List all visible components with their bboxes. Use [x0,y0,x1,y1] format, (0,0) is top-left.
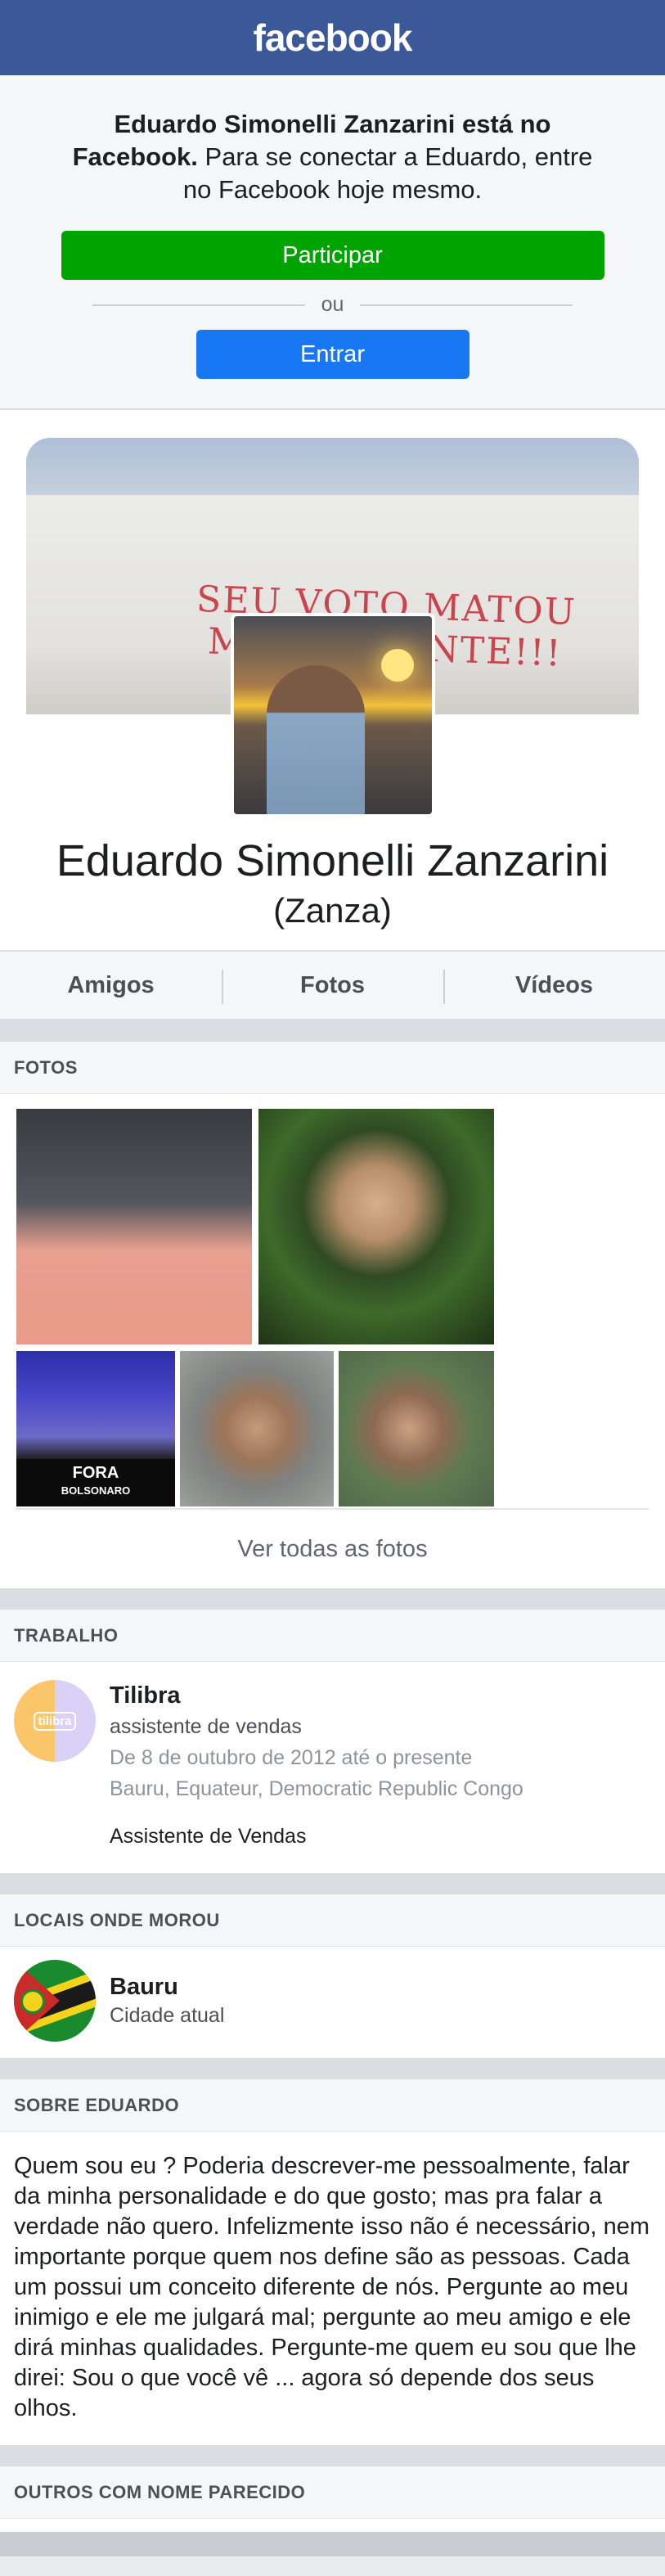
about-text: Quem sou eu ? Poderia descrever-me pesso… [14,2153,650,2421]
place-item: Bauru Cidade atual [0,1947,665,2058]
tab-photos[interactable]: Fotos [222,952,443,1019]
divider-line [360,304,573,306]
section-gap [0,2058,665,2079]
page: facebook Eduardo Simonelli Zanzarini est… [0,0,665,2576]
profile-header: SEU VOTO MATOU MINHA GENTE!!! Eduardo Si… [0,410,665,950]
login-button[interactable]: Entrar [195,330,470,379]
photo-row: FORA BOLSONARO [16,1351,649,1506]
photos-header: FOTOS [0,1042,665,1094]
work-info: Tilibra assistente de vendas De 8 de out… [110,1680,523,1852]
work-item: tilibra Tilibra assistente de vendas De … [0,1662,665,1873]
tab-friends[interactable]: Amigos [0,952,222,1019]
place-info: Bauru Cidade atual [110,1972,224,2029]
city-flag-icon[interactable] [14,1960,96,2042]
or-divider: ou [57,293,608,317]
profile-tabs: Amigos Fotos Vídeos [0,950,665,1020]
photo-thumbnail[interactable] [180,1351,334,1506]
avatar-sun [380,649,414,682]
photo-thumbnail[interactable] [258,1109,494,1344]
company-logo-text: tilibra [33,1711,77,1731]
see-all-photos-link[interactable]: Ver todas as fotos [16,1508,649,1588]
photos-section: FORA BOLSONARO Ver todas as fotos [0,1094,665,1588]
photo-thumbnail[interactable]: FORA BOLSONARO [16,1351,175,1506]
similar-names-header: OUTROS COM NOME PARECIDO [0,2466,665,2519]
avatar-person [266,665,365,814]
section-gap [0,1873,665,1894]
signup-banner: Eduardo Simonelli Zanzarini está no Face… [0,75,665,410]
section-gap [0,1588,665,1610]
photo-grid: FORA BOLSONARO [0,1094,665,1506]
job-description: Assistente de Vendas [110,1825,307,1848]
top-bar: facebook [0,0,665,75]
section-gap [0,2445,665,2466]
signup-normal-text: Para se conectar a Eduardo, entre no Fac… [182,142,593,204]
city-name[interactable]: Bauru [110,1972,224,2002]
flag-seal-icon [20,1989,45,2014]
section-gap [0,1020,665,1042]
poster-line-1: FORA [72,1464,119,1482]
company-name[interactable]: Tilibra [110,1680,523,1711]
places-section: Bauru Cidade atual [0,1947,665,2058]
bottom-bar [0,2532,665,2556]
divider-line [92,304,305,306]
cover-sky [26,438,639,503]
work-section: tilibra Tilibra assistente de vendas De … [0,1662,665,1873]
poster-line-2: BOLSONARO [61,1484,131,1497]
signup-message: Eduardo Simonelli Zanzarini está no Face… [57,108,608,206]
photo-thumbnail[interactable] [16,1109,252,1344]
poster-caption: FORA BOLSONARO [16,1459,175,1506]
profile-name: Eduardo Simonelli Zanzarini [56,836,609,885]
tab-videos[interactable]: Vídeos [443,952,665,1019]
photo-thumbnail[interactable] [339,1351,494,1506]
places-header: LOCAIS ONDE MOROU [0,1894,665,1947]
city-label: Cidade atual [110,2004,225,2027]
job-location: Bauru, Equateur, Democratic Republic Con… [110,1777,523,1800]
job-dates: De 8 de outubro de 2012 até o presente [110,1746,473,1769]
bottom-strip [0,2519,665,2532]
company-logo[interactable]: tilibra [14,1680,96,1762]
photo-row [16,1109,649,1344]
facebook-logo[interactable]: facebook [254,16,413,60]
about-header: SOBRE EDUARDO [0,2079,665,2132]
profile-picture[interactable] [230,613,435,817]
profile-nickname: (Zanza) [273,891,392,930]
work-header: TRABALHO [0,1610,665,1662]
about-section: Quem sou eu ? Poderia descrever-me pesso… [0,2132,665,2445]
join-button[interactable]: Participar [61,231,604,280]
or-label: ou [321,293,344,316]
job-role: assistente de vendas [110,1715,302,1738]
